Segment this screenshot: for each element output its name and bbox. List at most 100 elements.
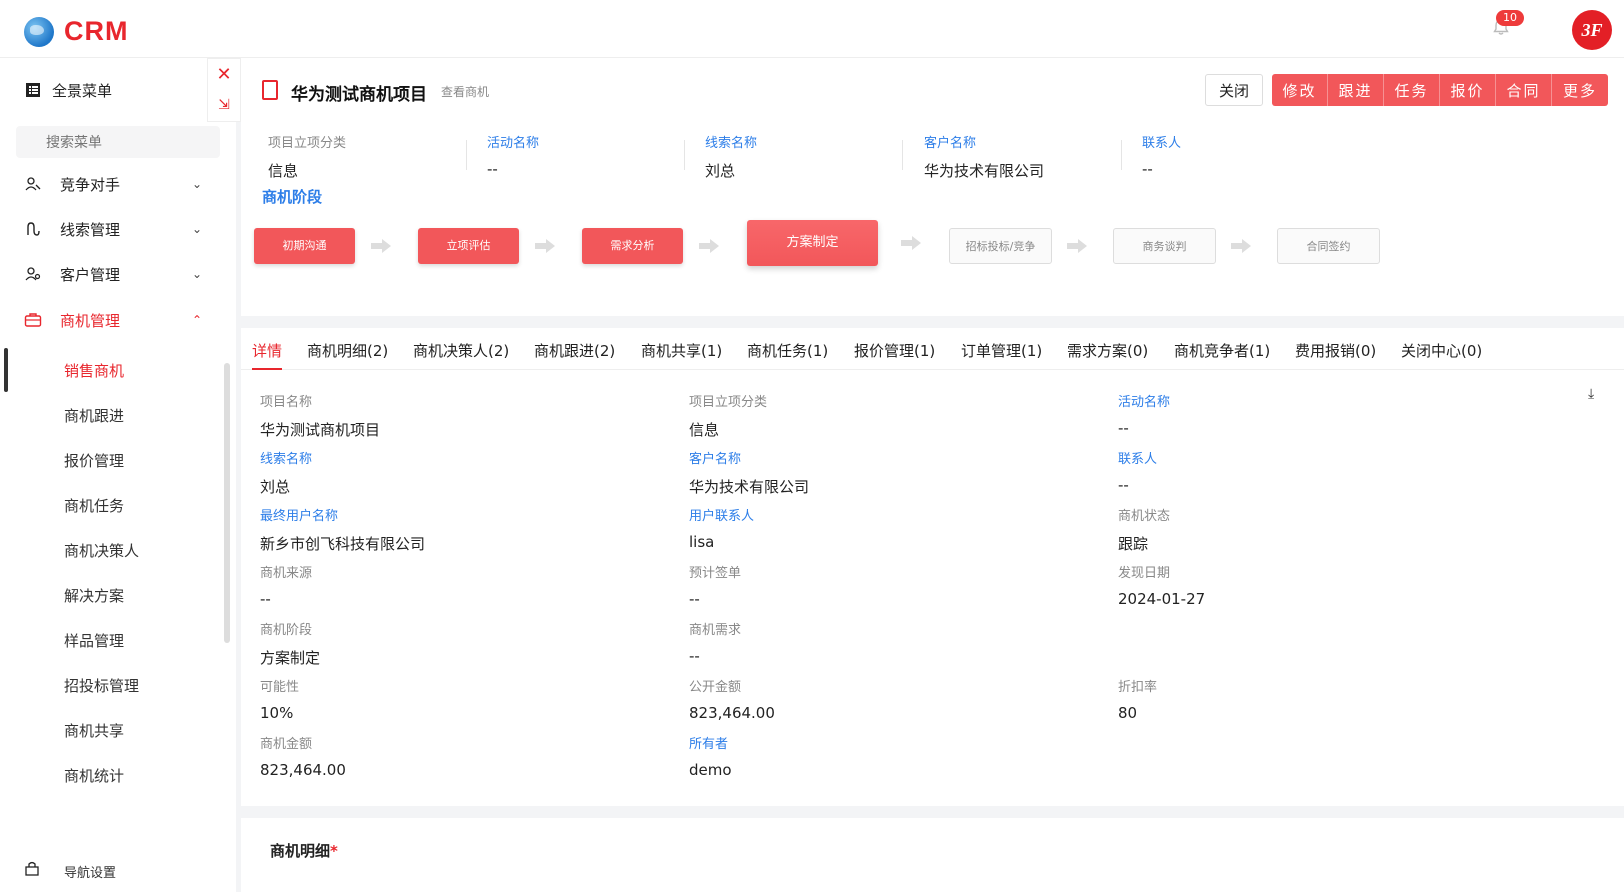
stage-arrow-icon: [1067, 239, 1087, 253]
detail-field: 商机阶段 方案制定: [260, 619, 660, 668]
sidebar-subitem-sales-opportunity[interactable]: 销售商机: [0, 348, 224, 392]
detail-field: 折扣率 80: [1118, 676, 1518, 722]
floating-tools: ✕ ⇲: [207, 58, 241, 122]
tab-competitors[interactable]: 商机竞争者(1): [1174, 340, 1270, 361]
detail-field: 公开金额 823,464.00: [689, 676, 1089, 722]
stage-step[interactable]: 招标投标/竞争: [949, 228, 1052, 264]
field-label-link[interactable]: 客户名称: [689, 448, 1089, 467]
tab-opportunity-items[interactable]: 商机明细(2): [307, 340, 388, 361]
tab-decision-makers[interactable]: 商机决策人(2): [413, 340, 509, 361]
summary-key-link[interactable]: 线索名称: [705, 132, 925, 151]
summary-value: --: [1142, 160, 1153, 178]
field-value: 信息: [689, 421, 720, 439]
detail-field: 活动名称 --: [1118, 391, 1518, 437]
sidebar-subitem-label: 商机统计: [64, 767, 125, 785]
divider: [1121, 140, 1122, 170]
contract-button[interactable]: 合同: [1496, 74, 1552, 106]
nav-setting-label: 导航设置: [64, 866, 117, 881]
tab-requirement-plans[interactable]: 需求方案(0): [1067, 340, 1148, 361]
header-card: 华为测试商机项目 查看商机 关闭 修改 跟进 任务 报价 合同 更多 项目立项分…: [241, 58, 1624, 316]
stage-arrow-icon: [535, 239, 555, 253]
sidebar-subitem[interactable]: 商机共享: [0, 708, 224, 752]
stage-step-current[interactable]: 方案制定: [747, 220, 878, 266]
summary-customer-name: 客户名称 华为技术有限公司: [924, 132, 1144, 181]
sidebar-item-label: 商机管理: [60, 311, 121, 330]
tab-details[interactable]: 详情: [252, 340, 283, 370]
field-label: 项目立项分类: [689, 395, 768, 410]
summary-key-link[interactable]: 联系人: [1142, 132, 1362, 151]
sidebar-item-customers[interactable]: 客户管理 ⌄: [0, 252, 224, 296]
competitor-icon: [24, 175, 42, 193]
sidebar-item-opportunities[interactable]: 商机管理 ⌃: [0, 298, 224, 342]
detail-field: 发现日期 2024-01-27: [1118, 562, 1518, 608]
detail-field: 最终用户名称 新乡市创飞科技有限公司: [260, 505, 660, 554]
field-value: 80: [1118, 704, 1138, 722]
sidebar-subitem[interactable]: 解决方案: [0, 573, 224, 617]
field-value: 华为测试商机项目: [260, 421, 381, 439]
tab-bar: 详情 商机明细(2) 商机决策人(2) 商机跟进(2) 商机共享(1) 商机任务…: [241, 328, 1624, 370]
pin-top-icon[interactable]: ⤓: [1588, 386, 1594, 402]
field-label: 商机需求: [689, 623, 742, 638]
sidebar-item-leads[interactable]: 线索管理 ⌄: [0, 207, 224, 251]
summary-value: 信息: [268, 162, 299, 180]
quote-button[interactable]: 报价: [1440, 74, 1496, 106]
sidebar-subitem[interactable]: 商机跟进: [0, 393, 224, 437]
field-value: 方案制定: [260, 649, 321, 667]
edit-button[interactable]: 修改: [1272, 74, 1328, 106]
tab-quotes[interactable]: 报价管理(1): [854, 340, 935, 361]
top-bar: CRM 10 3F: [0, 0, 1624, 58]
tab-close-center[interactable]: 关闭中心(0): [1401, 340, 1482, 361]
detail-field: 可能性 10%: [260, 676, 660, 722]
field-label-link[interactable]: 联系人: [1118, 448, 1518, 467]
stage-step[interactable]: 需求分析: [582, 228, 683, 264]
stage-step[interactable]: 初期沟通: [254, 228, 355, 264]
detail-field: 所有者 demo: [689, 733, 1089, 779]
tab-shares[interactable]: 商机共享(1): [641, 340, 722, 361]
sidebar-subitem[interactable]: 报价管理: [0, 438, 224, 482]
customer-icon: [24, 265, 42, 283]
field-label-link[interactable]: 线索名称: [260, 448, 660, 467]
required-mark: *: [330, 842, 338, 860]
more-button[interactable]: 更多: [1552, 74, 1608, 106]
field-label-link[interactable]: 用户联系人: [689, 505, 1089, 524]
stage-step[interactable]: 立项评估: [418, 228, 519, 264]
sidebar-subitem[interactable]: 样品管理: [0, 618, 224, 662]
sidebar-subitem[interactable]: 招投标管理: [0, 663, 224, 707]
sidebar-subitem[interactable]: 商机任务: [0, 483, 224, 527]
page-subtitle: 查看商机: [441, 85, 490, 99]
summary-key-link[interactable]: 活动名称: [487, 132, 707, 151]
tab-orders[interactable]: 订单管理(1): [961, 340, 1042, 361]
sidebar-subitem-label: 商机跟进: [64, 407, 125, 425]
tab-tasks[interactable]: 商机任务(1): [747, 340, 828, 361]
field-value: 刘总: [260, 478, 291, 496]
logo[interactable]: CRM: [24, 16, 129, 47]
close-icon[interactable]: ✕: [208, 59, 240, 90]
stage-step[interactable]: 合同签约: [1277, 228, 1380, 264]
sidebar-scrollbar[interactable]: [224, 363, 230, 643]
search-menu-input[interactable]: [16, 126, 220, 158]
tab-follow-ups[interactable]: 商机跟进(2): [534, 340, 615, 361]
nav-setting-button[interactable]: 导航设置: [0, 848, 236, 892]
collapse-icon[interactable]: ⇲: [208, 90, 240, 121]
section-title-text: 商机明细: [270, 842, 331, 860]
sidebar-item-competitors[interactable]: 竞争对手 ⌄: [0, 162, 224, 206]
summary-value: 刘总: [705, 162, 736, 180]
field-label-link[interactable]: 所有者: [689, 733, 1089, 752]
summary-key-link[interactable]: 客户名称: [924, 132, 1144, 151]
follow-up-button[interactable]: 跟进: [1328, 74, 1384, 106]
sidebar-panorama-menu[interactable]: 全景菜单: [0, 68, 224, 112]
field-label-link[interactable]: 最终用户名称: [260, 505, 660, 524]
sidebar-subitem[interactable]: 商机决策人: [0, 528, 224, 572]
close-button[interactable]: 关闭: [1205, 74, 1263, 106]
field-label-link[interactable]: 活动名称: [1118, 391, 1518, 410]
avatar[interactable]: 3F: [1572, 10, 1612, 50]
document-icon: [262, 80, 278, 100]
field-value: --: [689, 647, 700, 665]
leads-icon: [24, 220, 42, 238]
tab-expenses[interactable]: 费用报销(0): [1295, 340, 1376, 361]
detail-field: 线索名称 刘总: [260, 448, 660, 497]
task-button[interactable]: 任务: [1384, 74, 1440, 106]
field-label: 商机来源: [260, 566, 313, 581]
sidebar-subitem[interactable]: 商机统计: [0, 753, 224, 797]
stage-step[interactable]: 商务谈判: [1113, 228, 1216, 264]
